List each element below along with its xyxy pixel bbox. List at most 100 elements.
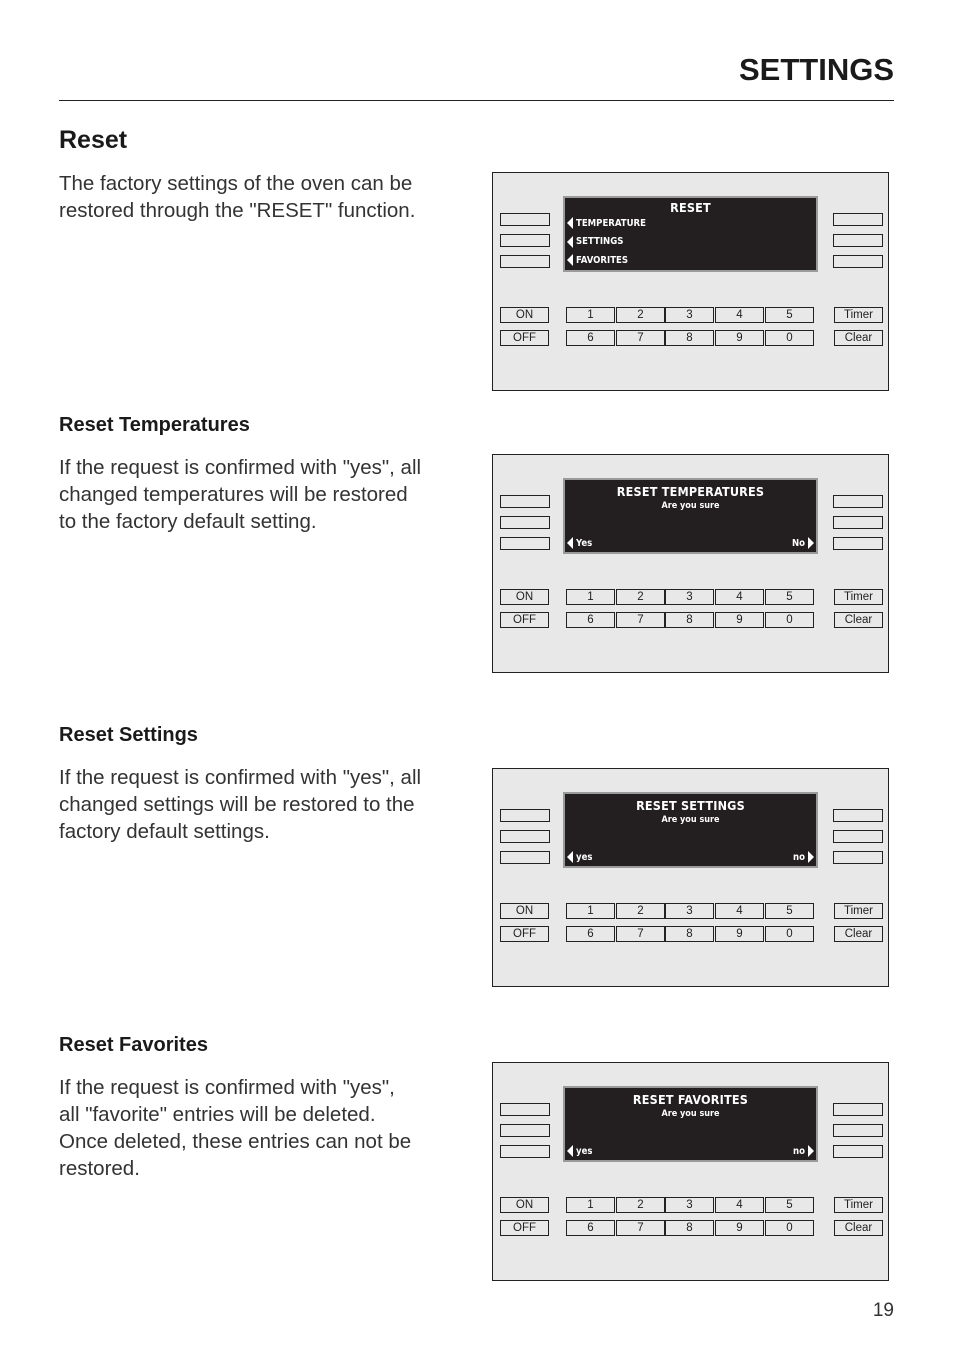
- timer-button[interactable]: Timer: [834, 589, 883, 605]
- timer-button[interactable]: Timer: [834, 903, 883, 919]
- right-softkey-3[interactable]: [833, 255, 883, 268]
- number-key[interactable]: 3: [665, 307, 714, 323]
- number-key[interactable]: 0: [765, 330, 814, 346]
- screen-menu-item[interactable]: FAVORITES: [567, 254, 628, 266]
- number-key[interactable]: 0: [765, 1220, 814, 1236]
- left-softkey-1[interactable]: [500, 1103, 550, 1116]
- left-softkey-1[interactable]: [500, 809, 550, 822]
- number-key[interactable]: 8: [665, 1220, 714, 1236]
- left-softkey-2[interactable]: [500, 516, 550, 529]
- right-softkey-3[interactable]: [833, 851, 883, 864]
- screen-option-yes[interactable]: yes: [567, 851, 592, 863]
- off-button[interactable]: OFF: [500, 1220, 549, 1236]
- right-softkey-3[interactable]: [833, 537, 883, 550]
- left-softkey-3[interactable]: [500, 851, 550, 864]
- number-key[interactable]: 0: [765, 926, 814, 942]
- display-screen: RESET FAVORITES Are you sure yes no: [563, 1086, 818, 1162]
- number-key[interactable]: 5: [765, 903, 814, 919]
- left-softkey-2[interactable]: [500, 830, 550, 843]
- number-key[interactable]: 3: [665, 1197, 714, 1213]
- number-key[interactable]: 4: [715, 903, 764, 919]
- right-softkey-2[interactable]: [833, 830, 883, 843]
- clear-button[interactable]: Clear: [834, 612, 883, 628]
- number-key[interactable]: 1: [566, 1197, 615, 1213]
- timer-button[interactable]: Timer: [834, 307, 883, 323]
- screen-option-yes[interactable]: yes: [567, 1145, 592, 1157]
- number-key[interactable]: 4: [715, 1197, 764, 1213]
- number-key[interactable]: 0: [765, 612, 814, 628]
- off-button[interactable]: OFF: [500, 612, 549, 628]
- body-line: If the request is confirmed with "yes", …: [59, 766, 422, 789]
- number-key[interactable]: 5: [765, 1197, 814, 1213]
- number-key[interactable]: 2: [616, 307, 665, 323]
- number-key[interactable]: 6: [566, 330, 615, 346]
- left-softkey-1[interactable]: [500, 495, 550, 508]
- option-label: No: [791, 537, 805, 549]
- number-key[interactable]: 2: [616, 1197, 665, 1213]
- left-softkey-2[interactable]: [500, 234, 550, 247]
- clear-button[interactable]: Clear: [834, 1220, 883, 1236]
- arrow-left-icon: [567, 851, 573, 863]
- left-softkey-3[interactable]: [500, 537, 550, 550]
- screen-menu-item[interactable]: TEMPERATURE: [567, 217, 646, 229]
- right-softkey-1[interactable]: [833, 809, 883, 822]
- left-softkey-1[interactable]: [500, 213, 550, 226]
- screen-menu-item[interactable]: SETTINGS: [567, 235, 623, 248]
- on-button[interactable]: ON: [500, 903, 549, 919]
- option-label: no: [793, 851, 805, 863]
- on-button[interactable]: ON: [500, 1197, 549, 1213]
- screen-option-no[interactable]: No: [792, 537, 814, 549]
- body-line: restored.: [59, 1157, 140, 1180]
- screen-option-no[interactable]: no: [793, 851, 814, 863]
- number-key[interactable]: 7: [616, 330, 665, 346]
- number-key[interactable]: 8: [665, 926, 714, 942]
- number-key[interactable]: 9: [715, 330, 764, 346]
- right-softkey-1[interactable]: [833, 495, 883, 508]
- number-key[interactable]: 1: [566, 307, 615, 323]
- number-key[interactable]: 2: [616, 589, 665, 605]
- number-key[interactable]: 9: [715, 612, 764, 628]
- number-key[interactable]: 7: [616, 1220, 665, 1236]
- number-key[interactable]: 5: [765, 589, 814, 605]
- on-button[interactable]: ON: [500, 589, 549, 605]
- number-key[interactable]: 7: [616, 926, 665, 942]
- on-button[interactable]: ON: [500, 307, 549, 323]
- arrow-left-icon: [567, 537, 573, 549]
- right-softkey-2[interactable]: [833, 516, 883, 529]
- number-key[interactable]: 2: [616, 903, 665, 919]
- number-key[interactable]: 4: [715, 589, 764, 605]
- number-key[interactable]: 8: [665, 330, 714, 346]
- timer-button[interactable]: Timer: [834, 1197, 883, 1213]
- number-key[interactable]: 3: [665, 903, 714, 919]
- clear-button[interactable]: Clear: [834, 330, 883, 346]
- section-heading-reset-temperatures: Reset Temperatures: [59, 414, 250, 436]
- number-key[interactable]: 7: [616, 612, 665, 628]
- number-key[interactable]: 3: [665, 589, 714, 605]
- right-softkey-3[interactable]: [833, 1145, 883, 1158]
- off-button[interactable]: OFF: [500, 926, 549, 942]
- number-key[interactable]: 9: [715, 1220, 764, 1236]
- screen-option-no[interactable]: no: [793, 1145, 814, 1157]
- clear-button[interactable]: Clear: [834, 926, 883, 942]
- number-key[interactable]: 6: [566, 1220, 615, 1236]
- number-key[interactable]: 9: [715, 926, 764, 942]
- screen-option-yes[interactable]: Yes: [567, 537, 592, 549]
- left-softkey-3[interactable]: [500, 255, 550, 268]
- right-softkey-2[interactable]: [833, 234, 883, 247]
- number-key[interactable]: 1: [566, 903, 615, 919]
- number-key[interactable]: 6: [566, 612, 615, 628]
- number-key[interactable]: 1: [566, 589, 615, 605]
- number-key[interactable]: 4: [715, 307, 764, 323]
- right-softkey-1[interactable]: [833, 213, 883, 226]
- oven-control-panel-4: RESET FAVORITES Are you sure yes no ON OFF …: [492, 1062, 889, 1281]
- right-softkey-2[interactable]: [833, 1124, 883, 1137]
- right-softkey-1[interactable]: [833, 1103, 883, 1116]
- page-number: 19: [872, 1300, 894, 1321]
- number-key[interactable]: 6: [566, 926, 615, 942]
- left-softkey-3[interactable]: [500, 1145, 550, 1158]
- left-softkey-2[interactable]: [500, 1124, 550, 1137]
- number-key[interactable]: 5: [765, 307, 814, 323]
- page-title: SETTINGS: [738, 52, 894, 87]
- off-button[interactable]: OFF: [500, 330, 549, 346]
- number-key[interactable]: 8: [665, 612, 714, 628]
